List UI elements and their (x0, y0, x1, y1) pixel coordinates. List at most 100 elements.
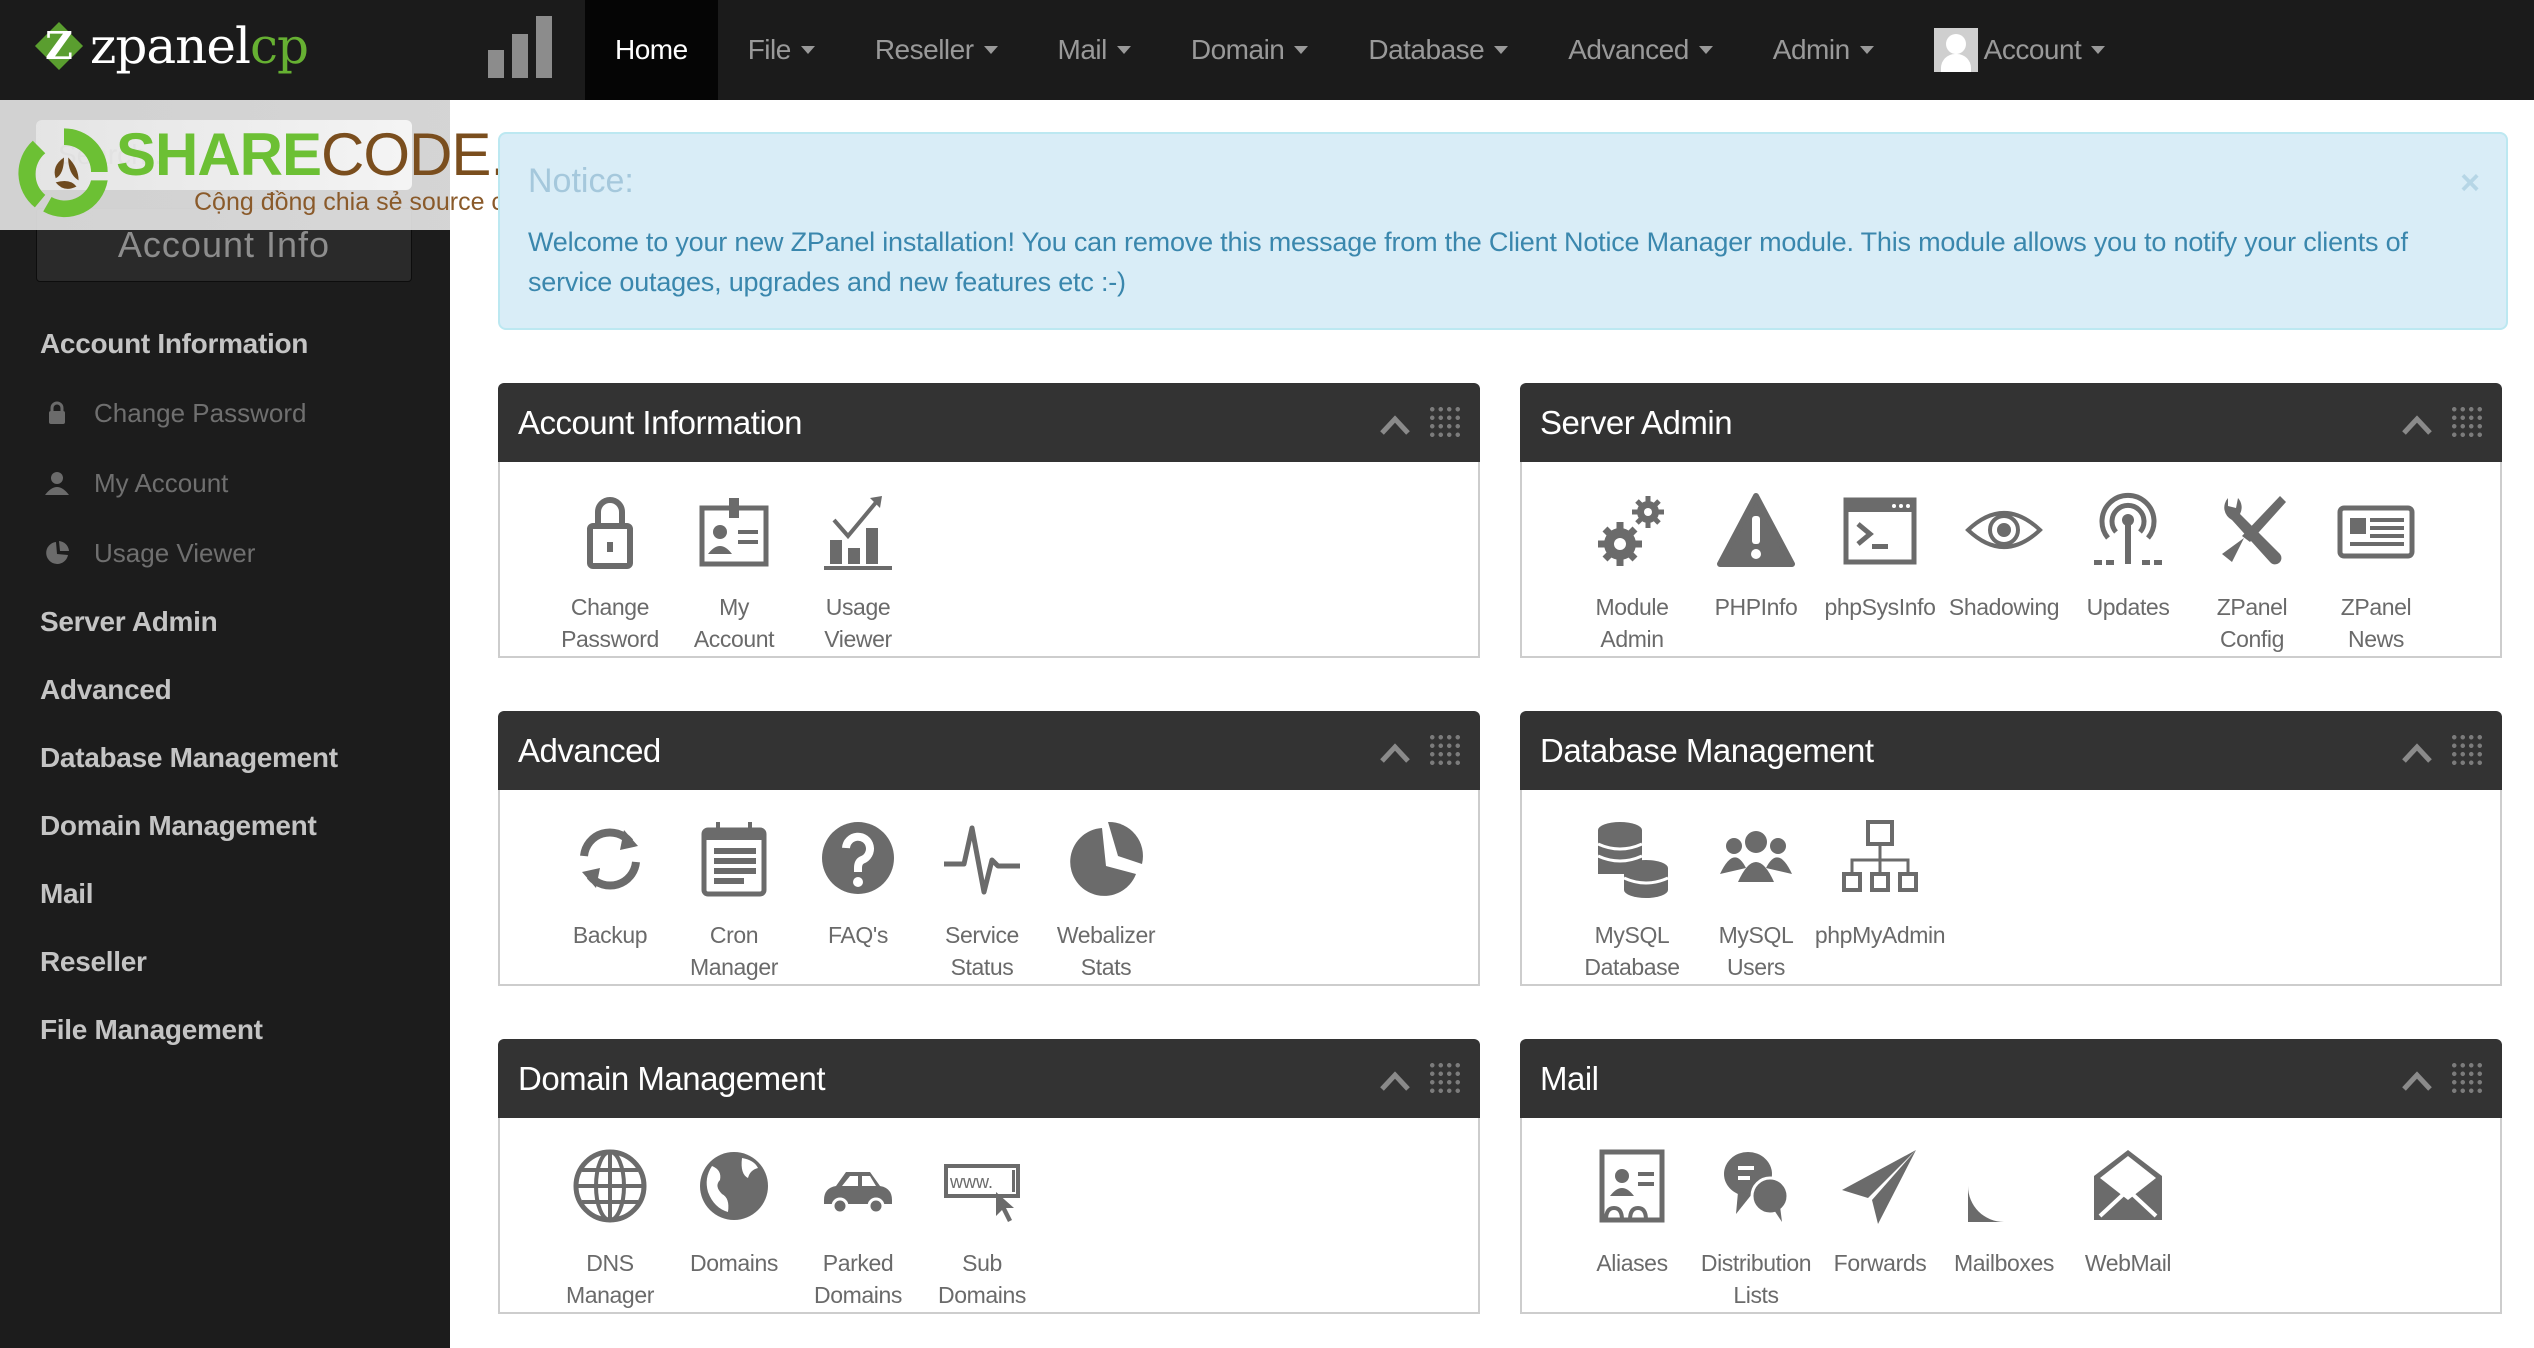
panel-body: DNS Manager Domains Parked Domains www. Sub … (498, 1118, 1480, 1314)
nav-domain[interactable]: Domain (1161, 0, 1338, 100)
sidebar-item-usage-viewer[interactable]: Usage Viewer (0, 518, 450, 588)
panel-title: Server Admin (1540, 404, 1733, 441)
module-dns-manager[interactable]: DNS Manager (548, 1144, 672, 1311)
module-usage-viewer[interactable]: Usage Viewer (796, 488, 920, 655)
module-mysql-database[interactable]: MySQL Database (1570, 816, 1694, 983)
nav-file[interactable]: File (718, 0, 845, 100)
chevron-up-icon[interactable] (1378, 409, 1412, 439)
panel-mail: Mail Aliases Distribution Lists Forwards @ Ma… (1520, 1039, 2502, 1314)
sidebar-section-domain-management[interactable]: Domain Management (0, 792, 450, 860)
sidebar-item-label: My Account (94, 467, 229, 498)
at-icon: @ (1962, 1144, 2046, 1233)
module-label: Change Password (561, 594, 659, 652)
panel-server-admin: Server Admin Module Admin PHPInfo phpSysInf… (1520, 383, 2502, 658)
module-cron-manager[interactable]: Cron Manager (672, 816, 796, 983)
sidebar-section-file-management[interactable]: File Management (0, 996, 450, 1064)
caret-down-icon (1116, 46, 1131, 54)
panel-domain-management: Domain Management DNS Manager Domains Parke… (498, 1039, 1480, 1314)
module-distribution-lists[interactable]: Distribution Lists (1694, 1144, 1818, 1311)
module-service-status[interactable]: Service Status (920, 816, 1044, 983)
sidebar-section-mail[interactable]: Mail (0, 860, 450, 928)
module-updates[interactable]: Updates (2066, 488, 2190, 655)
drag-grip-icon[interactable] (2450, 733, 2484, 767)
module-parked-domains[interactable]: Parked Domains (796, 1144, 920, 1311)
user-icon (44, 470, 70, 496)
caret-down-icon (2091, 46, 2106, 54)
module-list: Backup Cron Manager FAQ's Service Status Web… (548, 816, 1168, 983)
chevron-up-icon[interactable] (2400, 737, 2434, 767)
module-forwards[interactable]: Forwards (1818, 1144, 1942, 1311)
module-label: Module Admin (1595, 594, 1669, 652)
module-label: Backup (572, 922, 648, 948)
pie-icon (1064, 816, 1148, 905)
lock-icon (44, 400, 70, 426)
chat-icon (1714, 1144, 1798, 1233)
chevron-up-icon[interactable] (2400, 409, 2434, 439)
chevron-up-icon[interactable] (2400, 1065, 2434, 1095)
nav-label: Account (1983, 34, 2082, 65)
module-list: Aliases Distribution Lists Forwards @ Mailbo… (1570, 1144, 2190, 1311)
module-change-password[interactable]: Change Password (548, 488, 672, 655)
module-label: DNS Manager (566, 1250, 654, 1308)
module-mysql-users[interactable]: MySQL Users (1694, 816, 1818, 983)
module-webalizer-stats[interactable]: Webalizer Stats (1044, 816, 1168, 983)
module-aliases[interactable]: Aliases (1570, 1144, 1694, 1311)
module-label: MySQL Database (1584, 922, 1680, 980)
sidebar-toggle-bars-icon[interactable] (488, 16, 554, 78)
panel-title: Mail (1540, 1060, 1599, 1097)
sidebar-section-server-admin[interactable]: Server Admin (0, 588, 450, 656)
sidebar-item-my-account[interactable]: My Account (0, 448, 450, 518)
module-phpmyadmin[interactable]: phpMyAdmin (1815, 816, 1946, 983)
notice-message: Welcome to your new ZPanel installation!… (528, 227, 2408, 297)
newspaper-icon (2334, 488, 2418, 577)
module-zpanel-news[interactable]: ZPanel News (2314, 488, 2438, 655)
car-icon (816, 1144, 900, 1233)
module-label: ZPanel Config (2216, 594, 2288, 652)
nav-home[interactable]: Home (585, 0, 718, 100)
module-my-account[interactable]: My Account (672, 488, 796, 655)
module-label: phpSysInfo (1824, 594, 1936, 620)
svg-text:@: @ (1986, 1165, 2021, 1206)
nav-account[interactable]: Account (1904, 0, 2136, 100)
module-domains[interactable]: Domains (672, 1144, 796, 1311)
chevron-up-icon[interactable] (1378, 737, 1412, 767)
module-module-admin[interactable]: Module Admin (1570, 488, 1694, 655)
module-phpsysinfo[interactable]: phpSysInfo (1818, 488, 1942, 655)
user-avatar-icon (1933, 28, 1978, 72)
module-shadowing[interactable]: Shadowing (1942, 488, 2066, 655)
caret-down-icon (800, 46, 815, 54)
drag-grip-icon[interactable] (1428, 733, 1462, 767)
sidebar-section-database-management[interactable]: Database Management (0, 724, 450, 792)
nav-admin[interactable]: Admin (1743, 0, 1904, 100)
chevron-up-icon[interactable] (1378, 1065, 1412, 1095)
zpanel-logo-icon: Z (34, 21, 84, 71)
module-sub-domains[interactable]: www. Sub Domains (920, 1144, 1044, 1311)
sidebar-section-reseller[interactable]: Reseller (0, 928, 450, 996)
drag-grip-icon[interactable] (1428, 1061, 1462, 1095)
sidebar-item-change-password[interactable]: Change Password (0, 378, 450, 448)
notice-close-icon[interactable]: × (2460, 164, 2480, 203)
antenna-icon (2086, 488, 2170, 577)
module-webmail[interactable]: WebMail (2066, 1144, 2190, 1311)
brand-logo[interactable]: Z zpanelcp (34, 14, 309, 78)
nav-mail[interactable]: Mail (1028, 0, 1161, 100)
nav-database[interactable]: Database (1338, 0, 1538, 100)
sidebar-section-account-information[interactable]: Account Information (0, 310, 450, 378)
sitemap-icon (1838, 816, 1922, 905)
nav-advanced[interactable]: Advanced (1538, 0, 1743, 100)
question-icon (816, 816, 900, 905)
module-phpinfo[interactable]: PHPInfo (1694, 488, 1818, 655)
drag-grip-icon[interactable] (1428, 405, 1462, 439)
module-faq-s[interactable]: FAQ's (796, 816, 920, 983)
drag-grip-icon[interactable] (2450, 1061, 2484, 1095)
nav-label: Home (615, 34, 688, 65)
module-mailboxes[interactable]: @ Mailboxes (1942, 1144, 2066, 1311)
panel-advanced: Advanced Backup Cron Manager FAQ's Service S… (498, 711, 1480, 986)
growth-chart-icon (816, 488, 900, 577)
drag-grip-icon[interactable] (2450, 405, 2484, 439)
module-zpanel-config[interactable]: ZPanel Config (2190, 488, 2314, 655)
module-label: Forwards (1833, 1250, 1927, 1276)
sidebar-section-advanced[interactable]: Advanced (0, 656, 450, 724)
nav-reseller[interactable]: Reseller (845, 0, 1028, 100)
module-backup[interactable]: Backup (548, 816, 672, 983)
